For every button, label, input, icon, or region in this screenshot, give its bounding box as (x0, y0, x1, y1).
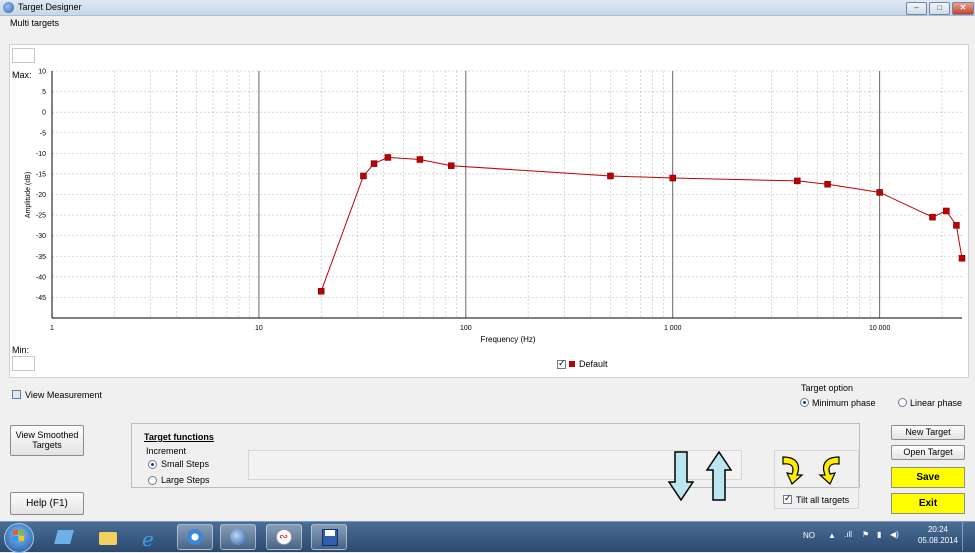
chart-grid (52, 70, 962, 318)
small-steps-label: Small Steps (161, 459, 210, 469)
y-axis-label: Amplitude (dB) (25, 172, 32, 218)
exit-button[interactable]: Exit (891, 493, 965, 514)
data-point (943, 207, 950, 215)
audio-app-icon[interactable]: ∾ (266, 524, 302, 550)
y-tick-label: -40 (36, 274, 46, 281)
small-steps-radio[interactable] (148, 460, 157, 469)
chart-ticks: 10 5 0 -5 -10 -15 -20 -25 -30 -35 -40 -45 1 10 100 1 00… (36, 69, 891, 333)
clock-date[interactable]: 05.08.2014 (910, 536, 966, 545)
x-tick-label: 10 (255, 325, 263, 332)
y-tick-label: -35 (36, 254, 46, 261)
floppy-save-icon[interactable] (311, 524, 347, 550)
chart-series (317, 154, 966, 295)
data-point (360, 172, 367, 180)
series-line (320, 156, 963, 292)
view-measurement-checkbox[interactable] (12, 390, 21, 399)
y-tick-label: -20 (36, 192, 46, 199)
linear-phase-radio[interactable] (898, 398, 907, 407)
data-point (929, 213, 936, 221)
y-tick-label: -25 (36, 213, 46, 220)
legend-marker-icon (569, 361, 575, 367)
y-tick-label: -30 (36, 233, 46, 240)
y-tick-label: -5 (40, 130, 46, 137)
amplitude-chart: Amplitude (dB) Frequency (Hz) 10 5 0 -5 -10 -… (25, 69, 966, 344)
x-axis-label: Frequency (Hz) (480, 335, 535, 344)
rotate-clockwise-icon[interactable] (780, 453, 806, 485)
data-point (370, 160, 378, 167)
increment-label: Increment (146, 446, 187, 456)
clock-time[interactable]: 20:24 (918, 525, 958, 534)
legend-label: Default (579, 359, 608, 369)
large-steps-label: Large Steps (161, 475, 210, 485)
x-tick-label: 10 000 (869, 325, 891, 332)
data-point (416, 156, 424, 163)
target-designer-icon[interactable] (220, 524, 256, 550)
data-point (669, 174, 676, 182)
network-signal-icon[interactable]: .ıll (844, 530, 852, 539)
linear-phase-label: Linear phase (910, 398, 963, 408)
battery-icon[interactable]: ▮ (877, 530, 881, 539)
x-tick-label: 1 (50, 325, 54, 332)
windows-start-icon[interactable] (4, 523, 34, 553)
y-tick-label: -15 (36, 171, 46, 178)
save-button[interactable]: Save (891, 467, 965, 488)
rotate-counterclockwise-icon[interactable] (816, 453, 842, 485)
volume-icon[interactable]: ◀) (890, 530, 899, 539)
app-shortcut-icon[interactable] (46, 524, 82, 550)
minimum-phase-radio[interactable] (800, 398, 809, 407)
arrow-up-icon[interactable] (706, 451, 732, 501)
data-point (876, 189, 883, 196)
target-option-title: Target option (801, 383, 854, 393)
x-tick-label: 1 000 (664, 325, 682, 332)
show-desktop-button[interactable] (962, 522, 975, 551)
data-point (958, 255, 966, 262)
new-target-button[interactable]: New Target (891, 425, 965, 440)
view-smoothed-targets-button[interactable]: View Smoothed Targets (10, 425, 84, 456)
y-tick-label: 5 (42, 89, 46, 96)
language-indicator[interactable]: NO (803, 531, 815, 540)
large-steps-radio[interactable] (148, 476, 157, 485)
minimum-phase-label: Minimum phase (812, 398, 876, 408)
tilt-all-targets-checkbox[interactable]: ✓ (783, 493, 792, 504)
target-functions-title: Target functions (144, 432, 214, 442)
taskbar: e ∾ NO ▲ .ıll ⚑ ▮ ◀) 20:24 05.08.2014 (0, 521, 975, 553)
y-tick-label: 0 (42, 110, 46, 117)
data-point (953, 222, 960, 229)
tilt-all-targets-label: Tilt all targets (796, 495, 850, 505)
show-hidden-icons-icon[interactable]: ▲ (828, 531, 836, 540)
y-tick-label: 10 (38, 69, 46, 76)
data-point (447, 162, 455, 169)
data-point (794, 177, 801, 185)
view-measurement-label: View Measurement (25, 390, 102, 400)
open-target-button[interactable]: Open Target (891, 445, 965, 460)
help-button[interactable]: Help (F1) (10, 492, 84, 515)
media-player-icon[interactable] (177, 524, 213, 550)
arrow-down-icon[interactable] (668, 451, 694, 501)
legend-default-checkbox[interactable]: ✓ (557, 358, 566, 369)
data-point (384, 154, 392, 161)
internet-explorer-icon[interactable]: e (134, 524, 170, 551)
file-explorer-icon[interactable] (90, 524, 126, 550)
data-point (317, 287, 325, 295)
y-tick-label: -45 (36, 295, 46, 302)
data-point (824, 180, 831, 188)
x-tick-label: 100 (460, 325, 472, 332)
action-center-flag-icon[interactable]: ⚑ (862, 530, 869, 539)
y-tick-label: -10 (36, 151, 46, 158)
data-point (607, 172, 614, 180)
